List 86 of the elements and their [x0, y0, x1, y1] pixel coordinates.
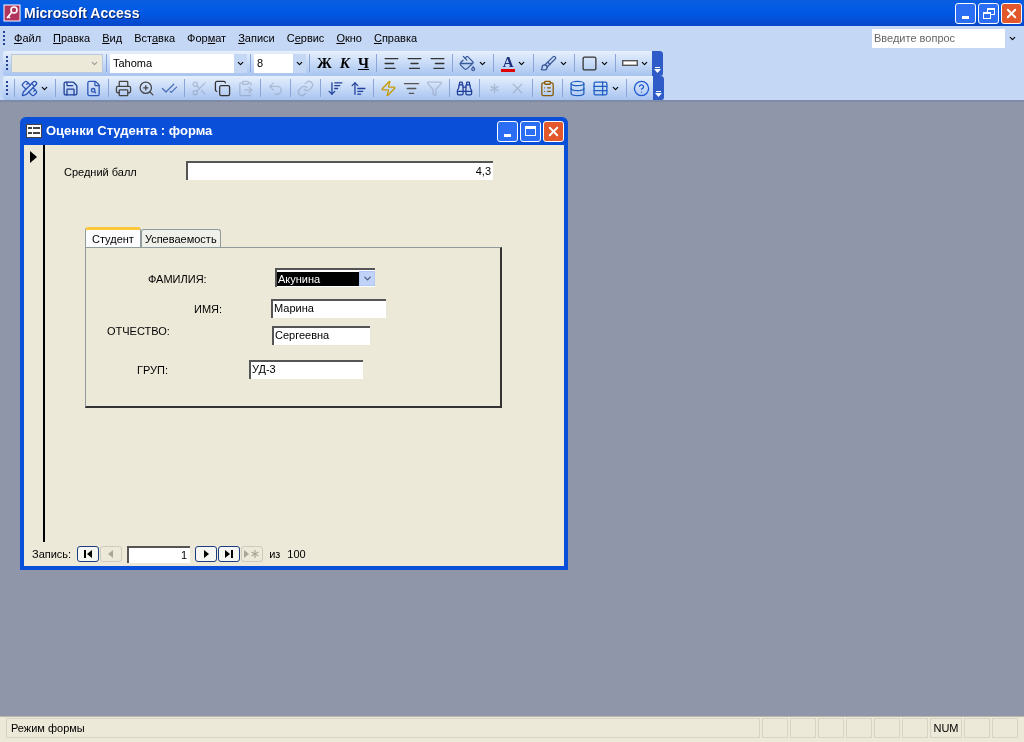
font-combo[interactable]: Tahoma: [110, 53, 247, 73]
undo-icon: [267, 79, 284, 97]
table-icon: [592, 79, 609, 97]
sort-icon: [327, 79, 344, 97]
surname-combo[interactable]: Акунина: [275, 268, 375, 287]
toolbar-options-button[interactable]: [652, 50, 664, 76]
status-panel: [902, 718, 928, 738]
status-panel: [874, 718, 900, 738]
properties-icon: [539, 79, 556, 97]
magnifier-icon: [138, 79, 155, 97]
status-text: Режим формы: [6, 718, 760, 738]
record-number-field[interactable]: 1: [127, 545, 191, 563]
maximize-button[interactable]: [520, 120, 541, 142]
last-record-icon: [223, 548, 236, 560]
field-label: ФАМИЛИЯ:: [148, 272, 207, 287]
brush-icon: [540, 54, 558, 72]
sort-icon: [350, 79, 367, 97]
toolbar-options-button[interactable]: [653, 76, 664, 100]
status-panel: [818, 718, 844, 738]
font-size-combo[interactable]: 8: [254, 53, 306, 73]
lightning-icon: [380, 79, 397, 97]
status-panel: [992, 718, 1018, 738]
form-title: Оценки Студента : форма: [46, 122, 213, 141]
funnel-icon: [426, 79, 443, 97]
restore-button[interactable]: [978, 2, 999, 24]
options-arrow-icon: [654, 66, 662, 73]
font-color-button[interactable]: A: [497, 52, 531, 74]
status-panel: [762, 718, 788, 738]
first-record-button[interactable]: [77, 546, 100, 562]
new-record-icon: [243, 548, 262, 560]
average-label: Средний балл: [64, 165, 137, 180]
menu-item[interactable]: Справка: [367, 29, 424, 47]
current-record-icon: [30, 151, 37, 163]
field-label: ГРУП:: [137, 363, 168, 378]
record-total: 100: [287, 546, 306, 562]
minimize-button[interactable]: [497, 120, 518, 142]
key-icon: [3, 4, 21, 22]
average-grade-field[interactable]: 4,3: [186, 161, 493, 180]
last-record-button[interactable]: [218, 546, 241, 562]
underline-button[interactable]: Ч: [354, 52, 374, 74]
copy-icon: [214, 79, 231, 97]
caret-icon: [361, 273, 373, 284]
next-record-button[interactable]: [195, 546, 218, 562]
menu-item[interactable]: Вставка: [128, 29, 182, 47]
status-panel: [846, 718, 872, 738]
tab[interactable]: Студент: [85, 227, 141, 248]
binoculars-icon: [456, 79, 473, 97]
menu-item[interactable]: Вид: [96, 29, 129, 47]
line-width-icon: [622, 60, 639, 66]
field-label: ОТЧЕСТВО:: [107, 324, 170, 339]
app-title: Microsoft Access: [24, 3, 140, 23]
database-icon: [569, 79, 586, 97]
menu-item[interactable]: Записи: [232, 29, 281, 47]
text-field[interactable]: Сергеевна: [272, 326, 370, 345]
options-arrow-icon: [655, 91, 662, 97]
record-label: Запись:: [32, 546, 72, 562]
file-search-icon: [85, 79, 102, 97]
italic-button[interactable]: К: [335, 52, 355, 74]
field-label: ИМЯ:: [194, 302, 223, 317]
menu-item[interactable]: Окно: [330, 29, 368, 47]
paint-bucket-icon: [459, 54, 477, 72]
pencil-ruler-icon: [21, 79, 38, 97]
save-icon: [62, 79, 79, 97]
menu-item[interactable]: Сервис: [280, 29, 331, 47]
bold-button[interactable]: Ж: [313, 52, 336, 74]
scissors-icon: [191, 79, 208, 97]
border-icon: [581, 54, 599, 72]
form-icon: [26, 124, 42, 138]
help-question-field[interactable]: Введите вопрос: [872, 28, 1005, 48]
printer-icon: [115, 79, 132, 97]
close-button[interactable]: [543, 120, 564, 142]
num-lock-indicator: NUM: [930, 718, 962, 738]
minimize-button[interactable]: [955, 2, 976, 24]
menu-item[interactable]: Формат: [181, 29, 233, 47]
help-icon: [633, 79, 650, 97]
record-of-label: из: [269, 546, 281, 562]
clipboard-icon: [237, 79, 254, 97]
first-record-icon: [82, 548, 95, 560]
text-field[interactable]: Марина: [271, 299, 386, 318]
text-field[interactable]: УД-3: [249, 360, 363, 379]
menu-item[interactable]: Файл: [8, 29, 48, 47]
menu-item[interactable]: Правка: [47, 29, 97, 47]
close-button[interactable]: [1001, 2, 1022, 24]
status-panel: [790, 718, 816, 738]
status-panel: [964, 718, 990, 738]
link-icon: [297, 79, 314, 97]
